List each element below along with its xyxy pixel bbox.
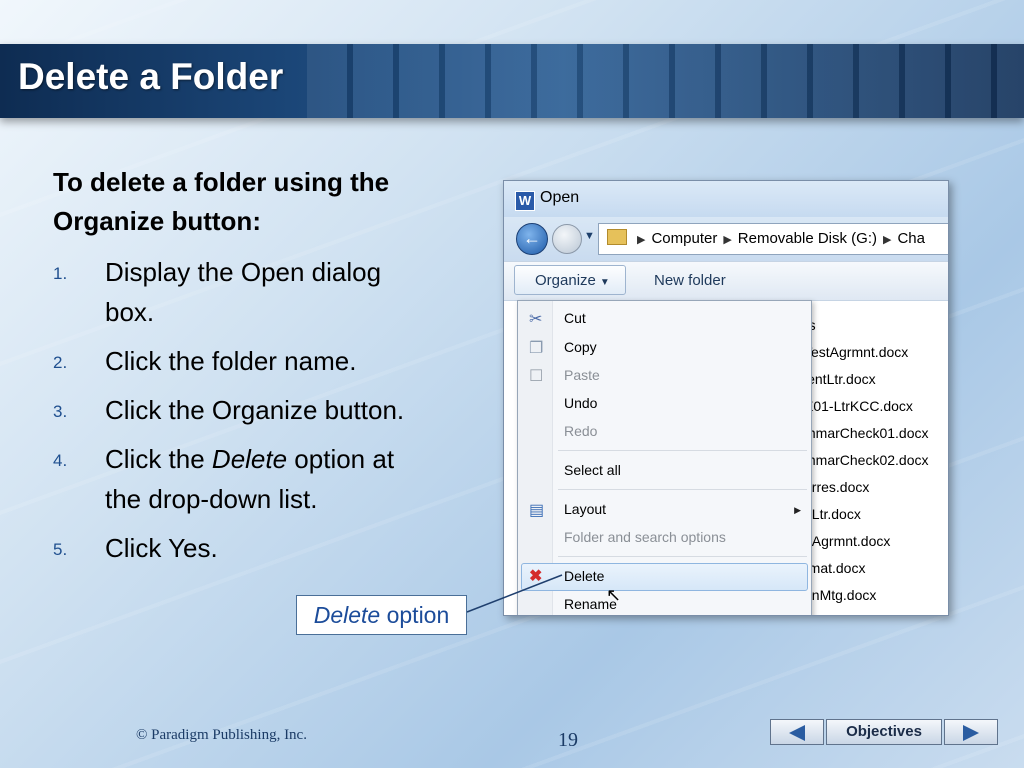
mouse-pointer-icon: ↖ — [606, 585, 622, 605]
back-button[interactable]: ← — [516, 223, 548, 255]
address-bar[interactable]: ▶ Computer ▶ Removable Disk (G:) ▶ Cha — [598, 223, 948, 255]
step-number: 2. — [53, 353, 68, 372]
organize-dropdown-menu: ✂ Cut ❐ Copy ☐ Paste Undo Redo Select al… — [517, 300, 812, 615]
file-item[interactable]: rmat.docx — [804, 560, 865, 576]
layout-icon: ▤ — [529, 502, 545, 519]
step-number: 1. — [53, 264, 68, 283]
delete-x-icon: ✖ — [529, 568, 543, 585]
page-number: 19 — [558, 729, 578, 751]
chevron-right-icon[interactable]: ▶ — [723, 234, 731, 246]
menu-item-redo[interactable]: Redo — [564, 423, 597, 439]
dialog-toolbar: Organize ▼ New folder — [504, 261, 948, 301]
menu-item-copy[interactable]: Copy — [564, 339, 597, 355]
dialog-title: Open — [540, 189, 580, 206]
steps-list: 1. Display the Open dialog box. 2. Click t… — [53, 252, 423, 577]
address-row: ← ▼ ▶ Computer ▶ Removable Disk (G:) ▶ Cha — [504, 217, 948, 261]
copyright-text: © Paradigm Publishing, Inc. — [136, 727, 307, 743]
step-item: 1. Display the Open dialog box. — [53, 252, 423, 332]
file-item[interactable]: mmarCheck02.docx — [804, 452, 929, 468]
intro-text: To delete a folder using the Organize bu… — [53, 167, 390, 236]
step-text: Click the folder name. — [105, 346, 357, 376]
slide-title: Delete a Folder — [18, 56, 284, 97]
file-item[interactable]: ientLtr.docx — [804, 371, 876, 387]
new-folder-button[interactable]: New folder — [654, 272, 726, 289]
file-item[interactable]: TestAgrmnt.docx — [804, 344, 908, 360]
menu-item-paste[interactable]: Paste — [564, 367, 600, 383]
history-dropdown-icon[interactable]: ▼ — [584, 230, 595, 242]
chevron-right-icon[interactable]: ▶ — [883, 234, 891, 246]
folder-icon — [607, 229, 627, 245]
callout-text: option — [380, 602, 450, 628]
arrow-left-icon — [789, 725, 805, 741]
step-item: 4. Click the Delete option at the drop-do… — [53, 439, 423, 519]
file-item[interactable]: eLtr.docx — [804, 506, 861, 522]
breadcrumb-item[interactable]: Removable Disk (G:) — [738, 230, 877, 247]
objectives-button[interactable]: Objectives — [826, 719, 942, 745]
step-text: Click Yes. — [105, 533, 218, 563]
step-text-pre: Click the — [105, 444, 212, 474]
next-slide-button[interactable] — [944, 719, 998, 745]
step-number: 3. — [53, 402, 68, 421]
delete-option-callout: Delete option — [296, 595, 467, 635]
menu-item-layout[interactable]: Layout — [564, 501, 606, 517]
previous-slide-button[interactable] — [770, 719, 824, 745]
paste-icon: ☐ — [529, 368, 544, 385]
step-text: Click the Organize button. — [105, 395, 405, 425]
menu-separator — [558, 489, 807, 490]
menu-item-delete[interactable]: Delete — [564, 568, 604, 584]
step-number: 4. — [53, 451, 68, 470]
arrow-right-icon — [963, 725, 979, 741]
callout-emphasis: Delete — [313, 602, 381, 628]
open-dialog: W Open ← ▼ ▶ Computer ▶ Removable Disk (G:)… — [503, 180, 949, 616]
step-number: 5. — [53, 540, 68, 559]
step-item: 5. Click Yes. — [53, 528, 423, 568]
file-item[interactable]: mmarCheck01.docx — [804, 425, 929, 441]
chevron-right-icon[interactable]: ▶ — [637, 234, 645, 246]
copy-icon: ❐ — [529, 340, 544, 357]
file-item[interactable]: enMtg.docx — [804, 587, 876, 603]
scissors-icon: ✂ — [529, 311, 543, 328]
step-text: Display the Open dialog box. — [105, 257, 382, 327]
breadcrumb-item[interactable]: Cha — [897, 230, 925, 247]
file-item[interactable]: eAgrmnt.docx — [804, 533, 890, 549]
organize-button[interactable]: Organize ▼ — [514, 265, 626, 295]
file-item[interactable]: E01-LtrKCC.docx — [804, 398, 913, 414]
menu-item-undo[interactable]: Undo — [564, 395, 597, 411]
breadcrumb-item[interactable]: Computer — [651, 230, 717, 247]
step-item: 2. Click the folder name. — [53, 341, 423, 381]
menu-item-folder-options[interactable]: Folder and search options — [564, 529, 726, 545]
word-app-icon: W — [515, 191, 535, 211]
step-text-emphasis: Delete — [211, 444, 288, 474]
dialog-titlebar: W Open — [504, 181, 948, 217]
forward-button[interactable] — [552, 224, 582, 254]
file-item[interactable]: orres.docx — [804, 479, 869, 495]
menu-separator — [558, 556, 807, 557]
menu-separator — [558, 450, 807, 451]
organize-label: Organize — [535, 272, 596, 289]
submenu-arrow-icon: ▶ — [794, 505, 801, 515]
chevron-down-icon: ▼ — [599, 277, 610, 288]
menu-item-cut[interactable]: Cut — [564, 310, 586, 326]
menu-item-select-all[interactable]: Select all — [564, 462, 621, 478]
step-item: 3. Click the Organize button. — [53, 390, 423, 430]
